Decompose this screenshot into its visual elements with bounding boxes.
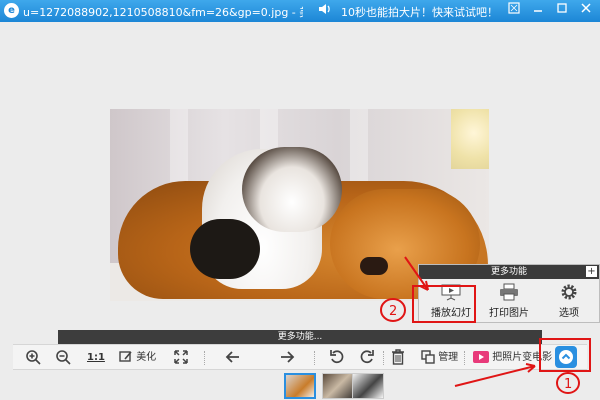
thumbnail-dog[interactable] xyxy=(322,373,354,399)
fit-window-icon[interactable] xyxy=(173,349,189,367)
zoom-in-icon[interactable] xyxy=(25,349,41,367)
minimize-icon[interactable] xyxy=(530,2,546,18)
thumbnail-kitten-puppy[interactable] xyxy=(284,373,316,399)
plus-icon[interactable]: + xyxy=(586,266,597,277)
close-icon[interactable] xyxy=(578,2,594,18)
beautify-button[interactable]: 美化 xyxy=(119,349,156,367)
annotation-number-1: 1 xyxy=(564,377,572,392)
restore-icon[interactable] xyxy=(506,2,522,18)
window-title: u=1272088902,1210508810&fm=26&gp=0.jpg -… xyxy=(23,6,303,19)
zoom-out-icon[interactable] xyxy=(55,349,71,367)
maximize-icon[interactable] xyxy=(554,2,570,18)
promo-banner-text[interactable]: 10秒也能拍大片！快来试试吧！ xyxy=(341,4,498,20)
annotation-arrows: 2 1 xyxy=(380,256,580,394)
prev-arrow-icon[interactable] xyxy=(225,349,241,367)
rotate-right-icon[interactable] xyxy=(359,349,375,367)
annotation-number-2: 2 xyxy=(389,304,397,319)
speaker-icon[interactable] xyxy=(318,3,332,18)
beautify-icon xyxy=(119,351,132,362)
actual-size-button[interactable]: 1:1 xyxy=(87,349,105,367)
next-arrow-icon[interactable] xyxy=(279,349,295,367)
beautify-label: 美化 xyxy=(136,352,157,363)
rotate-left-icon[interactable] xyxy=(329,349,345,367)
title-bar: e u=1272088902,1210508810&fm=26&gp=0.jpg… xyxy=(0,0,600,22)
app-logo-icon: e xyxy=(4,3,19,18)
